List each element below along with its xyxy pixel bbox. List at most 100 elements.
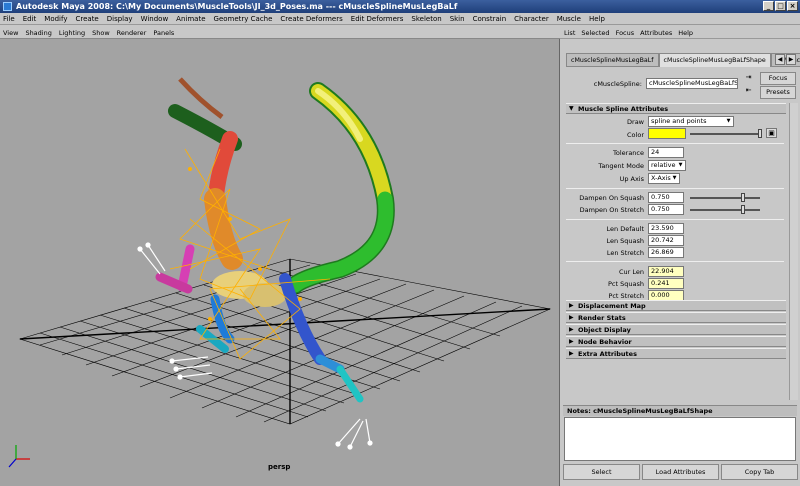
- tab-left-arrow[interactable]: ◀: [775, 54, 785, 65]
- vp-menu-lighting[interactable]: Lighting: [59, 27, 85, 38]
- draw-label: Draw: [627, 118, 644, 126]
- perspective-viewport[interactable]: View Shading Lighting Show Renderer Pane…: [0, 27, 560, 486]
- menu-edit[interactable]: Edit: [23, 13, 37, 24]
- menu-geometry-cache[interactable]: Geometry Cache: [214, 13, 273, 24]
- ae-scrollbar[interactable]: [789, 103, 798, 400]
- ae-menu-selected[interactable]: Selected: [581, 27, 609, 38]
- menu-character[interactable]: Character: [514, 13, 549, 24]
- collapsed-triangle-icon: ▶: [569, 350, 574, 357]
- dampen-stretch-field[interactable]: 0.750: [648, 204, 684, 215]
- window-titlebar: Autodesk Maya 2008: C:\My Documents\Musc…: [0, 0, 800, 13]
- menu-create[interactable]: Create: [75, 13, 98, 24]
- dampen-squash-field[interactable]: 0.750: [648, 192, 684, 203]
- tangent-mode-dropdown[interactable]: relative ▼: [648, 160, 686, 171]
- chevron-down-icon: ▼: [726, 118, 731, 124]
- node-name-field[interactable]: cMuscleSplineMusLegBaLfShape: [646, 78, 738, 89]
- go-to-output-icon[interactable]: ⇤: [743, 86, 754, 96]
- dampen-stretch-slider-track[interactable]: [690, 209, 760, 211]
- menu-skeleton[interactable]: Skeleton: [411, 13, 441, 24]
- up-axis-dropdown[interactable]: X-Axis ▼: [648, 173, 680, 184]
- close-button[interactable]: ×: [787, 1, 798, 11]
- pct-squash-field: 0.241: [648, 278, 684, 289]
- tab-scroll-arrows: ◀ ▶: [775, 54, 796, 65]
- section-extra-attributes[interactable]: ▶ Extra Attributes: [566, 348, 786, 359]
- minimize-button[interactable]: _: [763, 1, 774, 11]
- menu-create-deformers[interactable]: Create Deformers: [280, 13, 342, 24]
- vp-menu-renderer[interactable]: Renderer: [117, 27, 147, 38]
- select-button[interactable]: Select: [563, 464, 640, 480]
- menu-display[interactable]: Display: [107, 13, 133, 24]
- copy-tab-button[interactable]: Copy Tab: [721, 464, 798, 480]
- up-axis-value: X-Axis: [651, 174, 671, 182]
- tangent-mode-label: Tangent Mode: [598, 162, 644, 170]
- menu-help[interactable]: Help: [589, 13, 605, 24]
- section-title: Muscle Spline Attributes: [578, 105, 669, 113]
- menu-constrain[interactable]: Constrain: [473, 13, 507, 24]
- collapsed-triangle-icon: ▶: [569, 314, 574, 321]
- draw-dropdown-value: spline and points: [651, 117, 707, 125]
- vp-menu-panels[interactable]: Panels: [153, 27, 174, 38]
- color-slider-thumb[interactable]: [758, 129, 762, 138]
- scene-view[interactable]: [0, 39, 560, 486]
- maya-app-icon: [3, 2, 12, 11]
- ae-menu-list[interactable]: List: [564, 27, 575, 38]
- pct-squash-label: Pct Squash: [608, 280, 644, 288]
- divider: [566, 143, 784, 144]
- len-squash-field[interactable]: 20.742: [648, 235, 684, 246]
- up-axis-label: Up Axis: [619, 175, 644, 183]
- pct-stretch-label: Pct Stretch: [608, 292, 644, 300]
- dampen-stretch-slider-thumb[interactable]: [740, 205, 745, 214]
- draw-dropdown[interactable]: spline and points ▼: [648, 116, 734, 127]
- menu-window[interactable]: Window: [141, 13, 169, 24]
- camera-label: persp: [268, 463, 291, 471]
- maximize-button[interactable]: □: [775, 1, 786, 11]
- dampen-squash-slider-thumb[interactable]: [740, 193, 745, 202]
- section-node-behavior[interactable]: ▶ Node Behavior: [566, 336, 786, 347]
- color-slider-track[interactable]: [690, 133, 760, 135]
- vp-menu-shading[interactable]: Shading: [25, 27, 51, 38]
- tab-transform[interactable]: cMuscleSplineMusLegBaLf: [566, 53, 659, 67]
- collapsed-triangle-icon: ▶: [569, 302, 574, 309]
- tolerance-label: Tolerance: [613, 149, 644, 157]
- section-object-display[interactable]: ▶ Object Display: [566, 324, 786, 335]
- len-default-label: Len Default: [606, 225, 644, 233]
- expanded-triangle-icon: ▼: [569, 105, 574, 112]
- load-attributes-button[interactable]: Load Attributes: [642, 464, 719, 480]
- vp-menu-view[interactable]: View: [3, 27, 18, 38]
- menu-file[interactable]: File: [3, 13, 15, 24]
- menu-skin[interactable]: Skin: [450, 13, 465, 24]
- focus-button[interactable]: Focus: [760, 72, 796, 85]
- color-swatch[interactable]: [648, 128, 686, 139]
- tab-right-arrow[interactable]: ▶: [786, 54, 796, 65]
- divider: [566, 219, 784, 220]
- section-render-stats[interactable]: ▶ Render Stats: [566, 312, 786, 323]
- notes-textarea[interactable]: [564, 417, 796, 461]
- map-texture-icon[interactable]: ▣: [766, 128, 777, 138]
- menu-muscle[interactable]: Muscle: [557, 13, 581, 24]
- menu-animate[interactable]: Animate: [176, 13, 205, 24]
- ae-menu-attributes[interactable]: Attributes: [640, 27, 672, 38]
- section-title: Extra Attributes: [578, 350, 637, 358]
- go-to-input-icon[interactable]: ⇥: [743, 73, 754, 83]
- section-displacement-map[interactable]: ▶ Displacement Map: [566, 300, 786, 311]
- tolerance-field[interactable]: 24: [648, 147, 684, 158]
- ae-tabs: cMuscleSplineMusLegBaLf cMuscleSplineMus…: [566, 53, 800, 67]
- collapsed-triangle-icon: ▶: [569, 338, 574, 345]
- len-stretch-field[interactable]: 26.869: [648, 247, 684, 258]
- ae-menu-help[interactable]: Help: [678, 27, 693, 38]
- dampen-squash-slider-track[interactable]: [690, 197, 760, 199]
- len-default-field[interactable]: 23.590: [648, 223, 684, 234]
- divider: [566, 261, 784, 262]
- ae-menu-focus[interactable]: Focus: [616, 27, 635, 38]
- notes-header: Notes: cMuscleSplineMusLegBaLfShape: [563, 405, 797, 416]
- section-title: Node Behavior: [578, 338, 632, 346]
- tab-shape[interactable]: cMuscleSplineMusLegBaLfShape: [658, 53, 771, 67]
- menu-modify[interactable]: Modify: [44, 13, 67, 24]
- menu-edit-deformers[interactable]: Edit Deformers: [351, 13, 404, 24]
- section-muscle-spline-attributes[interactable]: ▼ Muscle Spline Attributes: [566, 103, 786, 114]
- axis-gizmo: [8, 445, 30, 468]
- section-title: Render Stats: [578, 314, 626, 322]
- presets-button[interactable]: Presets: [760, 86, 796, 99]
- vp-menu-show[interactable]: Show: [92, 27, 110, 38]
- main-menubar: File Edit Modify Create Display Window A…: [0, 13, 800, 25]
